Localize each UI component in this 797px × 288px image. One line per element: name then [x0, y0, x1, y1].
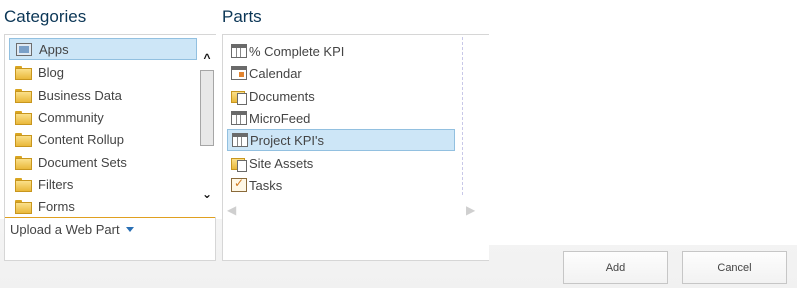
list-icon: [231, 44, 247, 58]
part-label: Documents: [249, 88, 315, 104]
part-item-project-kpis[interactable]: Project KPI's: [227, 129, 455, 151]
part-item-microfeed[interactable]: MicroFeed: [227, 107, 455, 129]
part-item-tasks[interactable]: Tasks: [227, 174, 455, 196]
parts-heading: Parts: [222, 7, 262, 26]
categories-list: Apps Blog Business Data Community Conten…: [5, 35, 198, 217]
category-label: Content Rollup: [38, 131, 124, 147]
add-button[interactable]: Add: [563, 251, 668, 284]
document-library-icon: [231, 156, 247, 172]
upload-web-part-label: Upload a Web Part: [10, 222, 120, 237]
categories-scrollbar[interactable]: ^ ⌄: [198, 35, 216, 217]
folder-icon: [15, 89, 32, 103]
folder-icon: [15, 178, 32, 192]
part-item-complete-kpi[interactable]: % Complete KPI: [227, 40, 455, 62]
category-item-community[interactable]: Community: [9, 106, 197, 128]
cancel-button[interactable]: Cancel: [682, 251, 787, 284]
part-label: Project KPI's: [250, 132, 325, 148]
scroll-down-icon[interactable]: ⌄: [200, 187, 214, 201]
list-icon: [232, 133, 248, 147]
category-item-business-data[interactable]: Business Data: [9, 84, 197, 106]
folder-icon: [15, 200, 32, 214]
parts-list: % Complete KPI Calendar Documents MicroF…: [223, 35, 489, 219]
calendar-icon: [231, 66, 247, 80]
footer-band-white-area: [488, 219, 797, 245]
folder-icon: [15, 111, 32, 125]
scroll-up-icon[interactable]: ^: [200, 51, 214, 65]
web-part-adder: Categories Parts Apps Blog Business Data…: [0, 0, 797, 288]
category-item-apps[interactable]: Apps: [9, 38, 197, 60]
category-label: Document Sets: [38, 154, 127, 170]
part-label: % Complete KPI: [249, 43, 345, 59]
part-item-site-assets[interactable]: Site Assets: [227, 152, 455, 174]
category-label: Filters: [38, 176, 74, 192]
part-label: Tasks: [249, 177, 283, 193]
part-label: Site Assets: [249, 155, 314, 171]
category-label: Community: [38, 109, 104, 125]
apps-icon: [16, 42, 32, 56]
folder-icon: [15, 66, 32, 80]
categories-heading: Categories: [4, 7, 87, 26]
category-item-document-sets[interactable]: Document Sets: [9, 151, 197, 173]
category-label: Forms: [38, 198, 75, 214]
parts-pane: % Complete KPI Calendar Documents MicroF…: [222, 34, 489, 261]
categories-pane: Apps Blog Business Data Community Conten…: [4, 34, 216, 261]
scrollbar-thumb[interactable]: [200, 70, 214, 146]
list-icon: [231, 111, 247, 125]
category-label: Business Data: [38, 87, 122, 103]
folder-icon: [15, 133, 32, 147]
part-label: Calendar: [249, 65, 302, 81]
next-page-icon[interactable]: ▶: [466, 203, 475, 217]
upload-web-part-button[interactable]: Upload a Web Part: [10, 222, 134, 237]
document-library-icon: [231, 89, 247, 105]
part-label: MicroFeed: [249, 110, 311, 126]
category-item-forms[interactable]: Forms: [9, 195, 197, 217]
part-item-documents[interactable]: Documents: [227, 85, 455, 107]
category-item-filters[interactable]: Filters: [9, 173, 197, 195]
caret-down-icon: [125, 227, 134, 232]
category-item-blog[interactable]: Blog: [9, 61, 197, 83]
category-label: Apps: [39, 41, 69, 57]
category-item-content-rollup[interactable]: Content Rollup: [9, 128, 197, 150]
part-item-calendar[interactable]: Calendar: [227, 62, 455, 84]
tasks-icon: [231, 176, 247, 192]
parts-column-divider: [462, 37, 463, 195]
previous-page-icon[interactable]: ◀: [227, 203, 236, 217]
category-label: Blog: [38, 64, 65, 80]
categories-divider: [5, 217, 215, 218]
folder-icon: [15, 156, 32, 170]
